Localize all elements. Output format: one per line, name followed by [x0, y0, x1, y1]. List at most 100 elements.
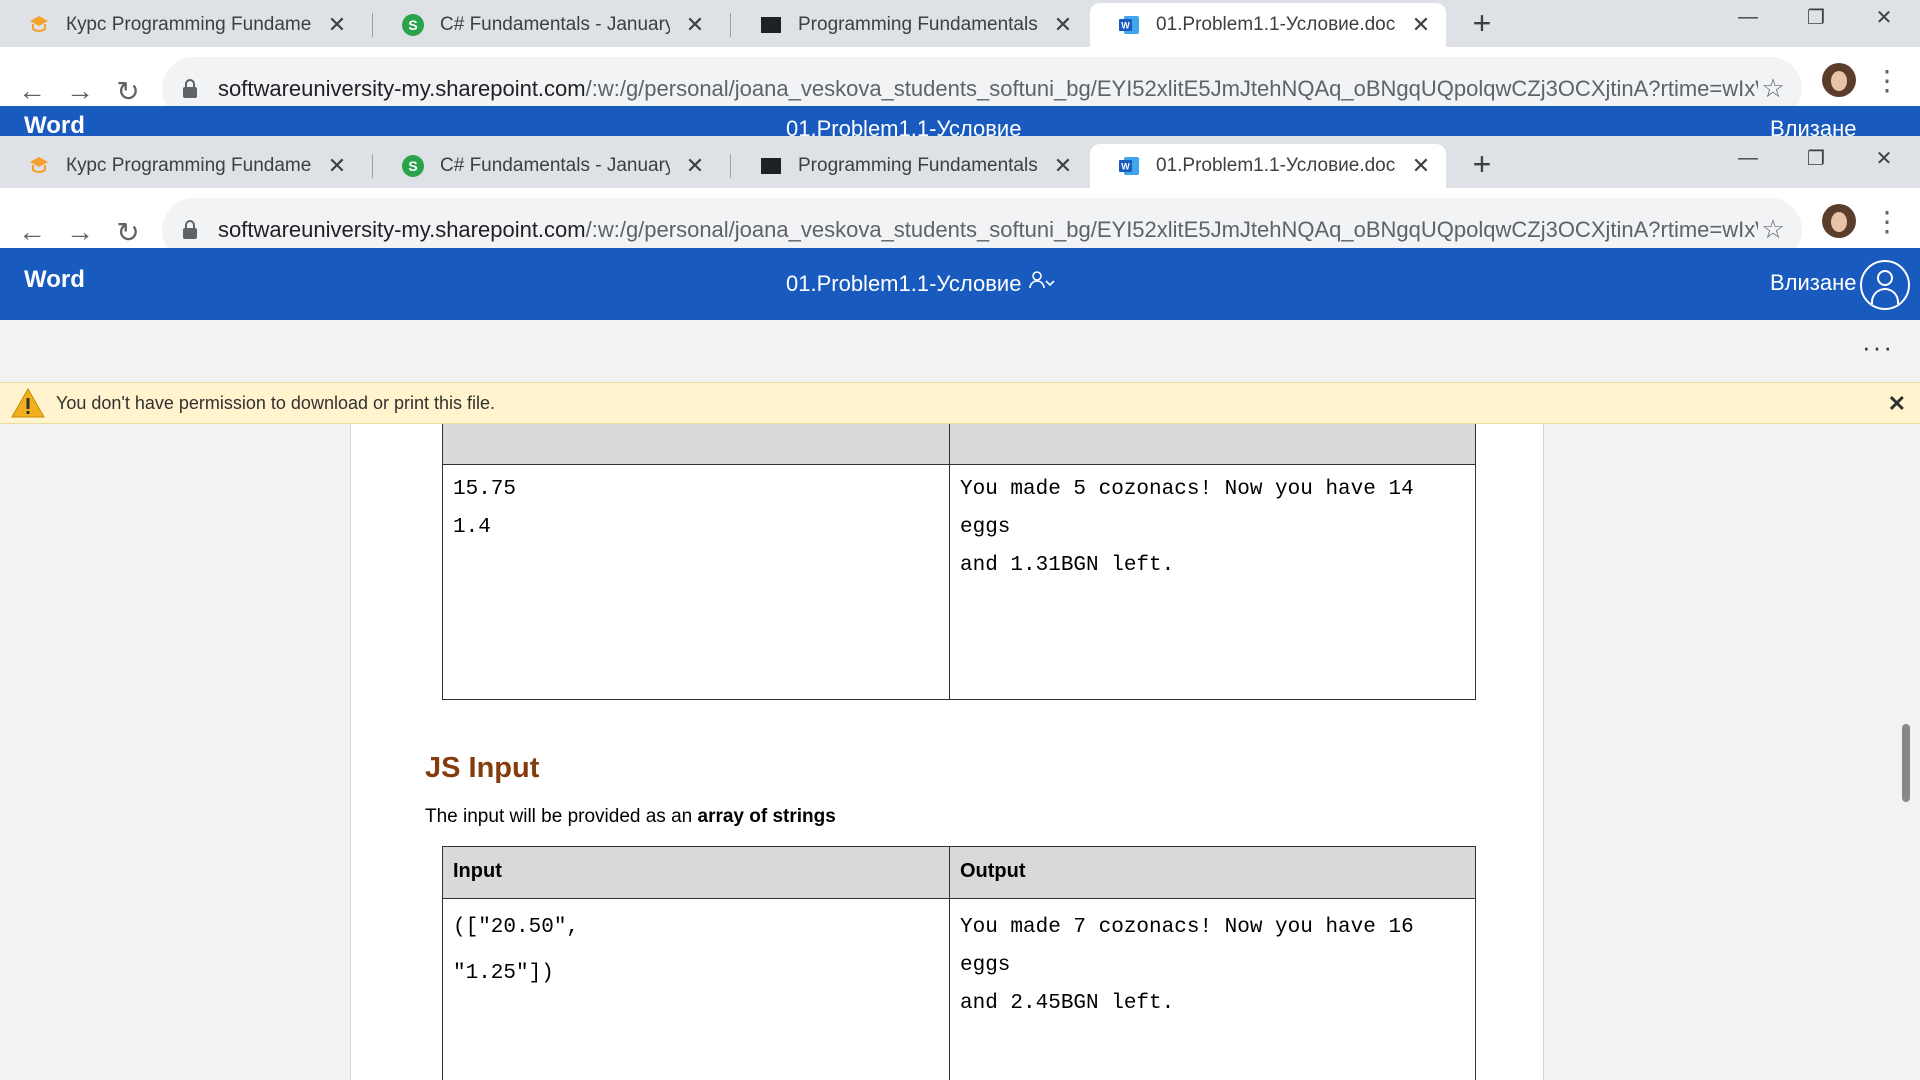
warning-icon — [11, 387, 45, 418]
tab-course[interactable]: Курс Programming Fundamentals ✕ — [0, 3, 362, 47]
tab-csharp[interactable]: S C# Fundamentals - January 2021 ✕ — [374, 144, 720, 188]
header-output: Output — [960, 860, 1026, 882]
output-line: and 2.45BGN left. — [960, 992, 1175, 1015]
tab-title: Курс Programming Fundamentals — [66, 155, 312, 176]
url-text: softwareuniversity-my.sharepoint.com/:w:… — [218, 76, 1758, 102]
more-options-icon[interactable]: ··· — [1862, 332, 1894, 363]
close-icon[interactable]: ✕ — [1052, 155, 1074, 177]
description-bold: array of strings — [697, 806, 836, 827]
video-icon — [760, 14, 782, 36]
close-icon[interactable]: ✕ — [684, 155, 706, 177]
bookmark-star-icon[interactable]: ☆ — [1758, 214, 1788, 244]
close-icon[interactable]: ✕ — [1410, 14, 1432, 36]
table-cell-output: You made 7 cozonacs! Now you have 16 egg… — [960, 909, 1475, 1023]
restore-button[interactable]: ❐ — [1782, 136, 1850, 180]
input-line: "1.25"]) — [453, 962, 554, 985]
tab-separator — [730, 154, 731, 178]
document-title-button[interactable]: 01.Problem1.1-Условие — [786, 270, 1056, 297]
output-line: and 1.31BGN left. — [960, 554, 1175, 577]
browser-menu-icon[interactable]: ⋮ — [1872, 59, 1902, 103]
softuni-logo-icon — [28, 155, 50, 177]
profile-avatar[interactable] — [1822, 63, 1856, 97]
warning-message: You don't have permission to download or… — [56, 392, 496, 413]
description-text: The input will be provided as an — [425, 806, 698, 827]
tab-midexam[interactable]: Programming Fundamentals Mid ✕ — [732, 3, 1088, 47]
svg-text:W: W — [1121, 162, 1130, 172]
minimize-button[interactable]: — — [1714, 0, 1782, 39]
tab-title: Programming Fundamentals Mid — [798, 155, 1038, 176]
column-divider — [949, 847, 950, 1080]
document-page: 15.75 1.4 You made 5 cozonacs! Now you h… — [350, 424, 1544, 1080]
word-app-name[interactable]: Word — [24, 266, 85, 294]
tab-title: 01.Problem1.1-Условие.docx — [1156, 155, 1396, 176]
svg-text:S: S — [408, 158, 417, 174]
lock-icon — [182, 218, 202, 242]
word-app-name: Word — [24, 112, 85, 136]
tab-title: Programming Fundamentals Mid — [798, 14, 1038, 35]
close-icon[interactable]: ✕ — [1888, 391, 1906, 417]
tab-docx[interactable]: W 01.Problem1.1-Условие.docx ✕ — [1090, 144, 1446, 188]
tab-title: C# Fundamentals - January 2021 — [440, 14, 670, 35]
background-word-header: Word 01.Problem1.1-Условие Влизане — [0, 106, 1920, 136]
table-cell-output: You made 5 cozonacs! Now you have 14 egg… — [960, 471, 1475, 585]
close-icon[interactable]: ✕ — [684, 14, 706, 36]
s-logo-icon: S — [402, 155, 424, 177]
close-icon[interactable]: ✕ — [326, 155, 348, 177]
word-icon: W — [1118, 155, 1140, 177]
close-icon[interactable]: ✕ — [326, 14, 348, 36]
url-path: /:w:/g/personal/joana_veskova_students_s… — [585, 217, 1758, 242]
input-line: 1.4 — [453, 516, 491, 539]
tab-docx[interactable]: W 01.Problem1.1-Условие.docx ✕ — [1090, 3, 1446, 47]
video-icon — [760, 155, 782, 177]
restore-button[interactable]: ❐ — [1782, 0, 1850, 39]
svg-text:S: S — [408, 17, 417, 33]
tab-course[interactable]: Курс Programming Fundamentals ✕ — [0, 144, 362, 188]
example-table-1: 15.75 1.4 You made 5 cozonacs! Now you h… — [442, 424, 1476, 700]
url-host: softwareuniversity-my.sharepoint.com — [218, 217, 586, 242]
close-window-button[interactable]: ✕ — [1850, 0, 1918, 39]
close-icon[interactable]: ✕ — [1410, 155, 1432, 177]
close-icon[interactable]: ✕ — [1052, 14, 1074, 36]
section-description: The input will be provided as an array o… — [425, 806, 836, 828]
browser-menu-icon[interactable]: ⋮ — [1872, 200, 1902, 244]
tab-strip: Курс Programming Fundamentals ✕ S C# Fun… — [0, 136, 1920, 188]
profile-avatar[interactable] — [1822, 204, 1856, 238]
tab-title: C# Fundamentals - January 2021 — [440, 155, 670, 176]
word-icon: W — [1118, 14, 1140, 36]
ribbon: ··· — [0, 320, 1920, 382]
tab-separator — [730, 13, 731, 37]
account-avatar-icon[interactable] — [1860, 260, 1910, 310]
new-tab-button[interactable]: + — [1462, 3, 1502, 43]
s-logo-icon: S — [402, 14, 424, 36]
svg-text:W: W — [1121, 21, 1130, 31]
url-host: softwareuniversity-my.sharepoint.com — [218, 76, 586, 101]
input-line: 15.75 — [453, 478, 517, 501]
tab-midexam[interactable]: Programming Fundamentals Mid ✕ — [732, 144, 1088, 188]
table-cell-input: (["20.50", "1.25"]) — [453, 905, 579, 997]
new-tab-button[interactable]: + — [1462, 144, 1502, 184]
sign-in-link[interactable]: Влизане — [1770, 270, 1857, 296]
word-header: Word 01.Problem1.1-Условие Влизане — [0, 248, 1920, 320]
vertical-scrollbar[interactable] — [1902, 724, 1910, 802]
tab-csharp[interactable]: S C# Fundamentals - January 2021 ✕ — [374, 3, 720, 47]
url-text: softwareuniversity-my.sharepoint.com/:w:… — [218, 217, 1758, 243]
url-path: /:w:/g/personal/joana_veskova_students_s… — [585, 76, 1758, 101]
section-heading: JS Input — [425, 752, 540, 784]
tab-title: Курс Programming Fundamentals — [66, 14, 312, 35]
tab-separator — [372, 13, 373, 37]
minimize-button[interactable]: — — [1714, 136, 1782, 180]
table-header-row — [443, 847, 1475, 899]
output-line: You made 7 cozonacs! Now you have 16 egg… — [960, 916, 1414, 977]
softuni-logo-icon — [28, 14, 50, 36]
document-title: 01.Problem1.1-Условие — [786, 270, 1022, 296]
table-cell-input: 15.75 1.4 — [453, 471, 516, 547]
document-title: 01.Problem1.1-Условие — [786, 116, 1022, 136]
column-divider — [949, 424, 950, 699]
example-table-2: Input Output (["20.50", "1.25"]) You mad… — [442, 846, 1476, 1080]
sign-in-link: Влизане — [1770, 116, 1857, 136]
bookmark-star-icon[interactable]: ☆ — [1758, 73, 1788, 103]
header-input: Input — [453, 860, 502, 882]
close-window-button[interactable]: ✕ — [1850, 136, 1918, 180]
tab-strip: Курс Programming Fundamentals ✕ S C# Fun… — [0, 0, 1920, 47]
tab-separator — [372, 154, 373, 178]
